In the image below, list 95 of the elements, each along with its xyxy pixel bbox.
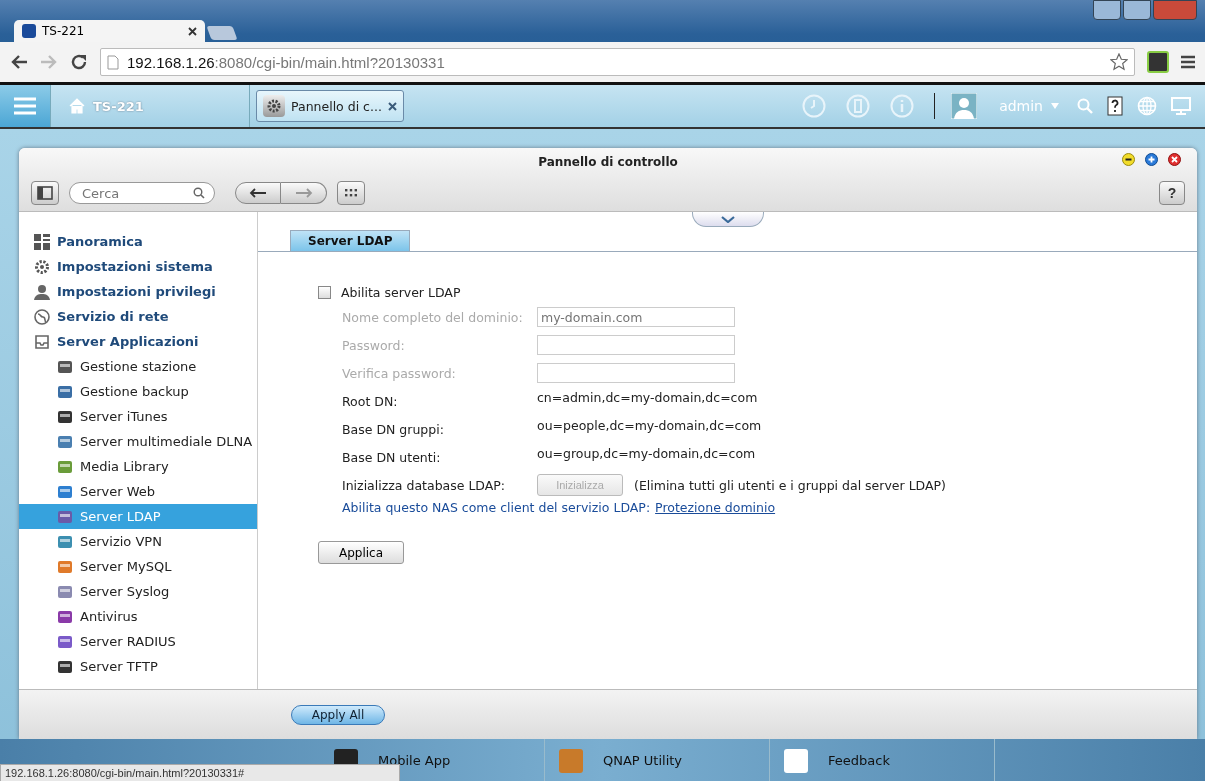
app-icon [57,458,73,475]
app-icon [57,633,73,650]
checkbox[interactable] [318,286,331,299]
app-icon [57,533,73,550]
avatar-icon[interactable] [951,93,978,119]
search-icon [193,187,205,199]
sidebar-item[interactable]: Servizio VPN [19,529,257,554]
window-controls-drawing[interactable] [1093,0,1197,20]
apps-grid-button[interactable] [337,181,365,205]
field-label: Password: [342,336,406,355]
help-icon[interactable] [1107,96,1123,116]
app-icon [57,658,73,675]
checkbox-label: Abilita server LDAP [341,285,461,300]
menu-icon[interactable] [1181,55,1195,69]
sidebar-item[interactable]: Server MySQL [19,554,257,579]
field-label: Root DN: [342,392,399,411]
tab-title: TS-221 [42,24,85,38]
window-title: Pannello di controllo [538,155,678,169]
minimize-icon[interactable] [1122,153,1135,166]
menu-icon [14,97,36,115]
browser-tab[interactable]: TS-221 [14,20,205,42]
menu-button[interactable] [0,85,51,127]
close-icon[interactable] [387,101,397,111]
sidebar-item[interactable]: Server RADIUS [19,629,257,654]
sidebar-toggle-button[interactable] [31,181,59,205]
field-value: ou=group,dc=my-domain,dc=com [537,445,756,461]
search-field[interactable]: Cerca [69,182,215,204]
new-tab-button[interactable] [206,26,238,40]
field-value: cn=admin,dc=my-domain,dc=com [537,389,758,405]
app-icon [57,608,73,625]
sidebar-item[interactable]: Server TFTP [19,654,257,679]
sidebar-item[interactable]: Server Syslog [19,579,257,604]
gear-icon [263,95,285,117]
sidebar-item[interactable]: Media Library [19,454,257,479]
app-icon [784,748,808,773]
maximize-icon[interactable] [1145,153,1158,166]
open-app-tab[interactable]: Pannello di c... [256,90,404,122]
field-label: Nome completo del dominio: [342,308,524,327]
panel-icon [37,186,53,200]
reload-icon[interactable] [70,53,88,71]
sidebar-item[interactable]: Impostazioni privilegi [19,279,257,304]
star-icon[interactable] [1110,53,1128,71]
page-icon [107,54,119,70]
apply-button[interactable]: Applica [318,541,404,564]
app-icon [57,508,73,525]
field-label: Inizializza database LDAP: [342,476,507,495]
app-icon [57,383,73,400]
client-text: Abilita questo NAS come client del servizio LDAP: [342,500,651,515]
grid-icon [34,233,50,250]
person-icon [34,283,50,300]
app-icon [57,433,73,450]
back-icon[interactable] [10,54,28,70]
sidebar-item[interactable]: Server multimediale DLNA [19,429,257,454]
globe-icon [34,308,50,325]
collapse-tab[interactable] [692,212,764,227]
chevron-down-icon [721,215,735,223]
grid-icon [345,189,357,197]
sidebar-item[interactable]: Panoramica [19,229,257,254]
address-bar[interactable]: 192.168.1.26:8080/cgi-bin/main.html?20130331 [100,48,1135,76]
field-label: Verifica password: [342,364,457,383]
right-arrow-icon [294,188,313,198]
left-arrow-icon [249,188,267,198]
sidebar-item[interactable]: Server Applicazioni [19,329,257,354]
sidebar-item[interactable]: Impostazioni sistema [19,254,257,279]
sidebar-item[interactable]: Server Web [19,479,257,504]
app-icon [57,408,73,425]
field-value: ou=people,dc=my-domain,dc=com [537,417,762,433]
gear-icon [34,258,50,275]
apply-all-button[interactable]: Apply All [291,704,385,725]
caret-icon [1051,103,1059,109]
field-label: Base DN gruppi: [342,420,445,439]
app-icon [57,583,73,600]
sidebar-item[interactable]: Servizio di rete [19,304,257,329]
domain-security-link[interactable]: Protezione dominio [655,500,776,515]
app-logo-icon [22,24,36,38]
warning-note: (Elimina tutti gli utenti e i gruppi dal server LDAP) [634,477,946,493]
back-button[interactable] [235,182,281,204]
sidebar-item[interactable]: Server iTunes [19,404,257,429]
tab[interactable]: Server LDAP [290,230,411,251]
tray-icon [34,333,50,350]
extension-icon[interactable] [1147,51,1169,73]
app-icon [57,358,73,375]
app-icon [57,558,73,575]
app-icon [57,483,73,500]
dock-item[interactable]: QNAP Utility [545,739,770,781]
help-button[interactable]: ? [1159,181,1185,205]
close-icon[interactable] [1168,153,1181,166]
sidebar-item[interactable]: Gestione stazione [19,354,257,379]
app-icon [559,748,583,773]
status-url: 192.168.1.26:8080/cgi-bin/main.html?20130331# [0,764,400,781]
sidebar-item[interactable]: Gestione backup [19,379,257,404]
dock-item[interactable]: Feedback [770,739,995,781]
sidebar-item[interactable]: Antivirus [19,604,257,629]
field-label: Base DN utenti: [342,448,442,467]
close-icon[interactable] [188,26,197,36]
